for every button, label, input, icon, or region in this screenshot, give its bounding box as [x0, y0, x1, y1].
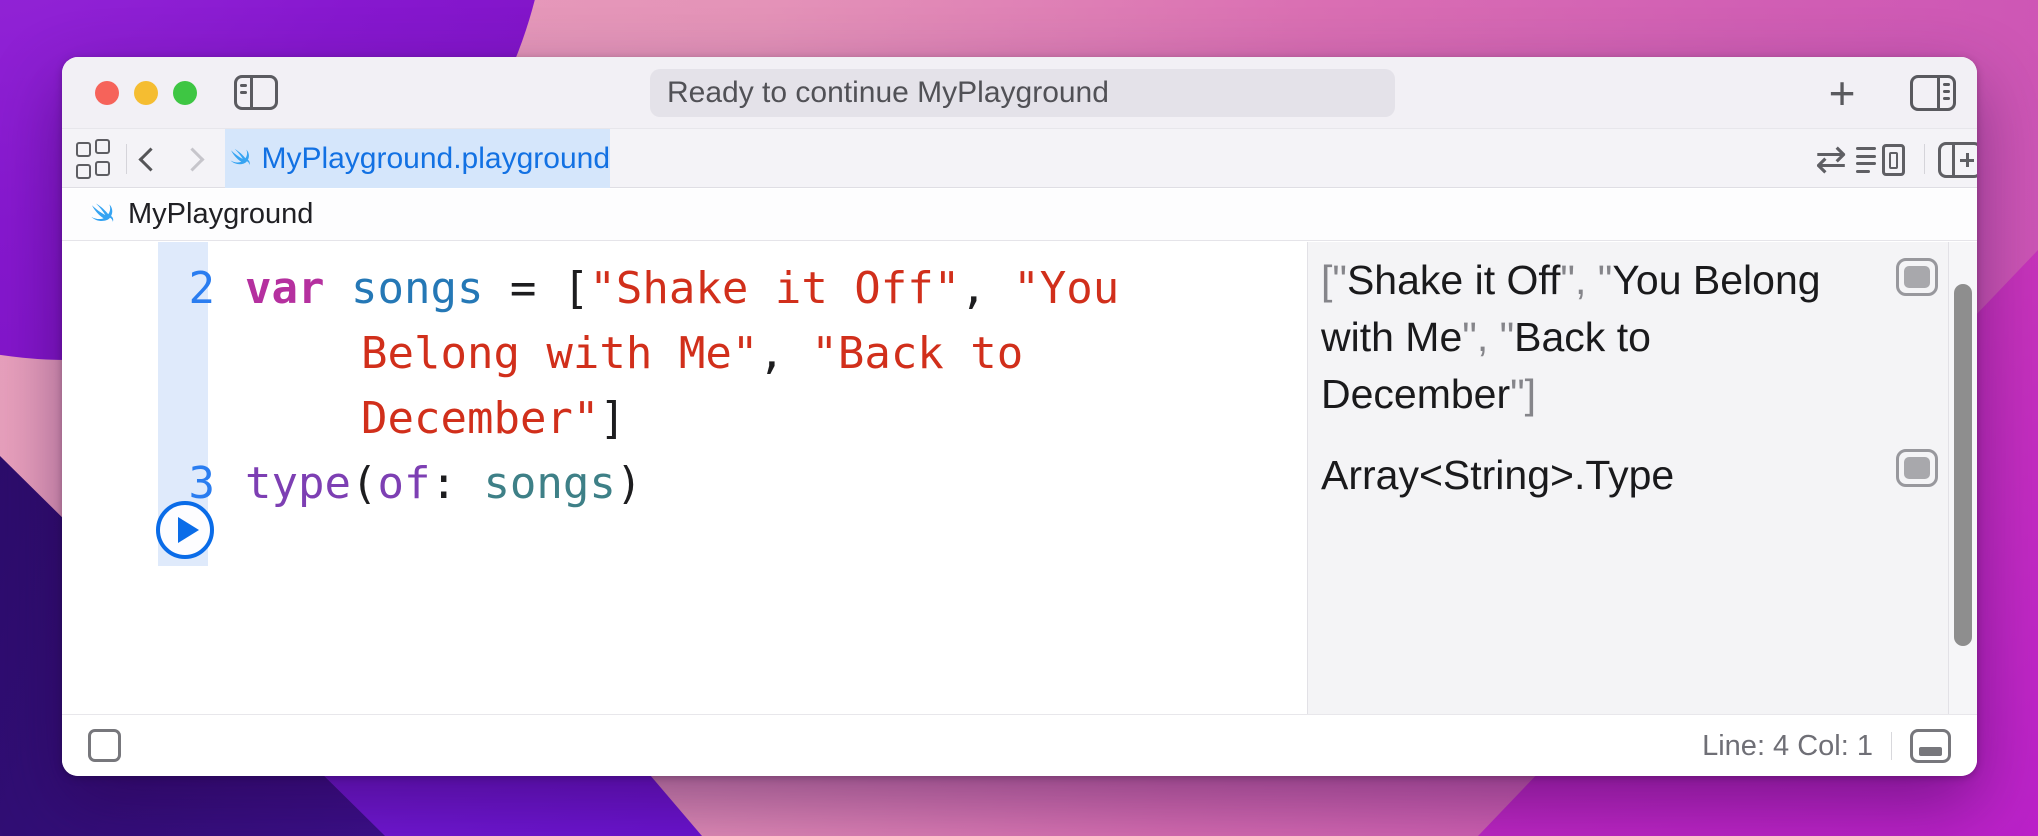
- status-bar: Line: 4 Col: 1: [62, 714, 1977, 776]
- code-row: 3 type(of: songs): [62, 451, 1307, 516]
- tab-bar: MyPlayground.playground ⇄: [62, 128, 1977, 188]
- code-review-icon[interactable]: ⇄: [1807, 135, 1855, 183]
- results-sidebar: ["Shake it Off", "You Belong with Me", "…: [1307, 242, 1948, 714]
- code-lines: 2 var songs = ["Shake it Off", "You Belo…: [62, 242, 1307, 516]
- code-text[interactable]: Belong with Me", "Back to: [215, 328, 1023, 379]
- titlebar[interactable]: Ready to continue MyPlayground +: [62, 57, 1977, 128]
- filter-icon[interactable]: [88, 729, 121, 762]
- show-result-inline-button[interactable]: [1896, 258, 1938, 296]
- divider: [126, 144, 127, 174]
- code-text[interactable]: December"]: [215, 393, 626, 444]
- line-col-indicator: Line: 4 Col: 1: [1702, 729, 1873, 762]
- jump-bar: MyPlayground: [62, 189, 1977, 241]
- tab-myplayground[interactable]: MyPlayground.playground: [225, 129, 610, 188]
- plus-icon: +: [1828, 67, 1856, 119]
- toggle-right-inspector-icon[interactable]: [1910, 75, 1956, 111]
- editor-options-icon[interactable]: [1856, 142, 1910, 178]
- divider: [1891, 732, 1892, 760]
- line-number[interactable]: 2: [62, 263, 216, 314]
- code-row: Belong with Me", "Back to: [62, 321, 1307, 386]
- code-text[interactable]: var songs = ["Shake it Off", "You: [215, 263, 1119, 314]
- status-bar-right: Line: 4 Col: 1: [1702, 715, 1951, 776]
- back-button[interactable]: [138, 147, 163, 172]
- code-row: 2 var songs = ["Shake it Off", "You: [62, 256, 1307, 321]
- editor-content-area: 2 var songs = ["Shake it Off", "You Belo…: [62, 242, 1977, 714]
- minimize-button[interactable]: [134, 80, 158, 105]
- add-editor-icon[interactable]: [1938, 142, 1977, 178]
- toggle-debug-area-icon[interactable]: [1910, 729, 1951, 763]
- related-items-icon[interactable]: [76, 139, 112, 179]
- toggle-left-sidebar-icon[interactable]: [234, 75, 278, 110]
- run-playground-button[interactable]: [156, 501, 214, 559]
- xcode-playground-window: Ready to continue MyPlayground + MyPlayg…: [62, 57, 1977, 776]
- result-item: ["Shake it Off", "You Belong with Me", "…: [1321, 257, 1821, 417]
- scrollbar-track[interactable]: [1948, 242, 1977, 714]
- divider: [1924, 144, 1925, 174]
- add-tab-button[interactable]: +: [1818, 67, 1866, 119]
- swift-icon: [230, 148, 250, 165]
- scrollbar-thumb[interactable]: [1954, 284, 1972, 646]
- activity-status-text: Ready to continue MyPlayground: [667, 76, 1109, 109]
- activity-status-pill: Ready to continue MyPlayground: [650, 69, 1395, 117]
- zoom-button[interactable]: [173, 80, 197, 105]
- code-text[interactable]: type(of: songs): [215, 458, 642, 509]
- tab-label: MyPlayground.playground: [261, 141, 610, 175]
- result-item: Array<String>.Type: [1321, 452, 1675, 498]
- code-row: December"]: [62, 386, 1307, 451]
- close-button[interactable]: [95, 80, 119, 105]
- swift-icon: [91, 203, 114, 222]
- breadcrumb-file-name[interactable]: MyPlayground: [128, 198, 313, 231]
- traffic-lights: [95, 57, 197, 128]
- source-editor[interactable]: 2 var songs = ["Shake it Off", "You Belo…: [62, 242, 1307, 714]
- show-result-inline-button[interactable]: [1896, 449, 1938, 487]
- forward-button[interactable]: [180, 147, 205, 172]
- play-icon: [177, 517, 199, 543]
